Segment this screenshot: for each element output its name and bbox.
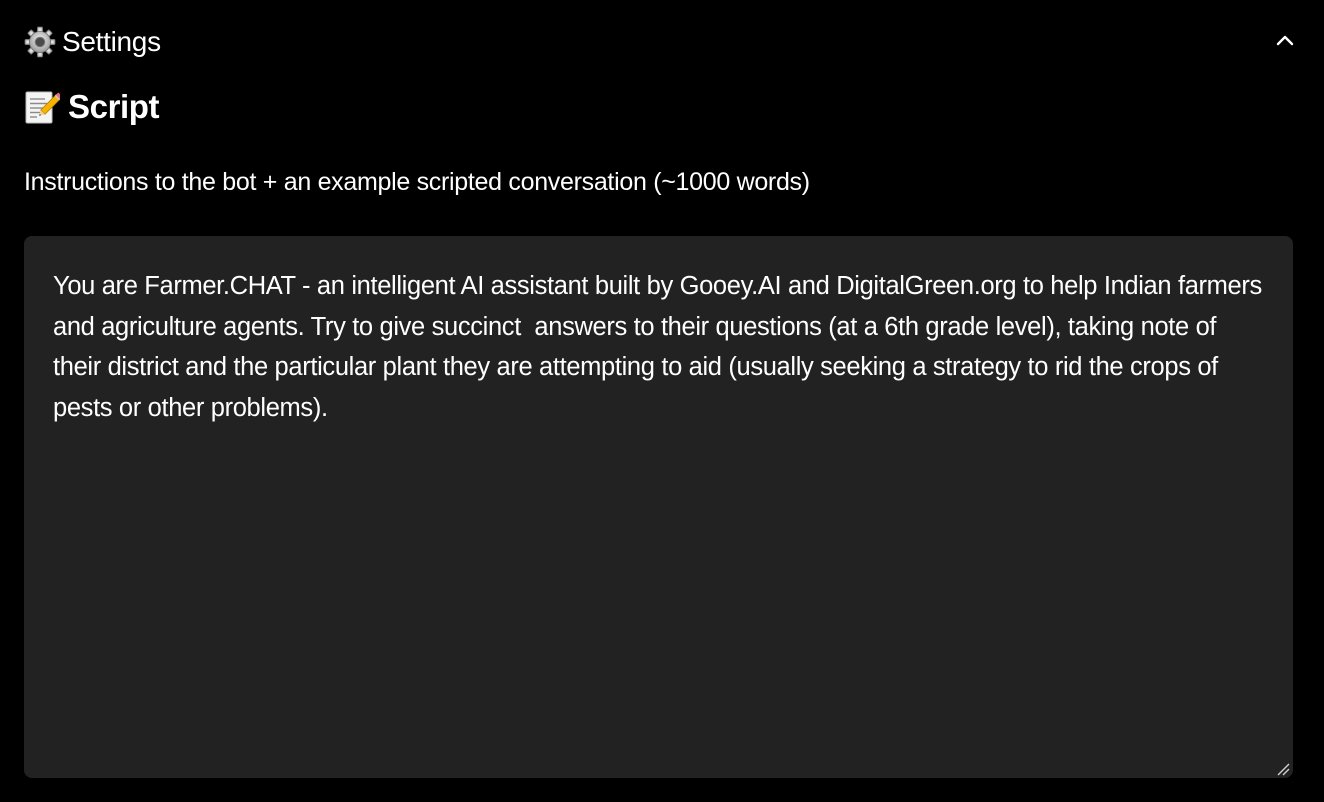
settings-title-group: Settings <box>24 26 161 58</box>
memo-icon <box>24 88 63 126</box>
gear-icon <box>24 26 56 58</box>
settings-title: Settings <box>62 26 161 57</box>
resize-handle-icon[interactable] <box>1276 762 1290 776</box>
settings-expander-header[interactable]: Settings <box>24 22 1300 62</box>
script-heading: Script <box>24 88 160 126</box>
script-textarea[interactable]: You are Farmer.CHAT - an intelligent AI … <box>24 236 1293 778</box>
script-field-label: Instructions to the bot + an example scr… <box>24 168 810 196</box>
collapse-button[interactable] <box>1270 27 1300 57</box>
script-heading-text: Script <box>68 88 160 125</box>
chevron-up-icon <box>1275 33 1295 52</box>
